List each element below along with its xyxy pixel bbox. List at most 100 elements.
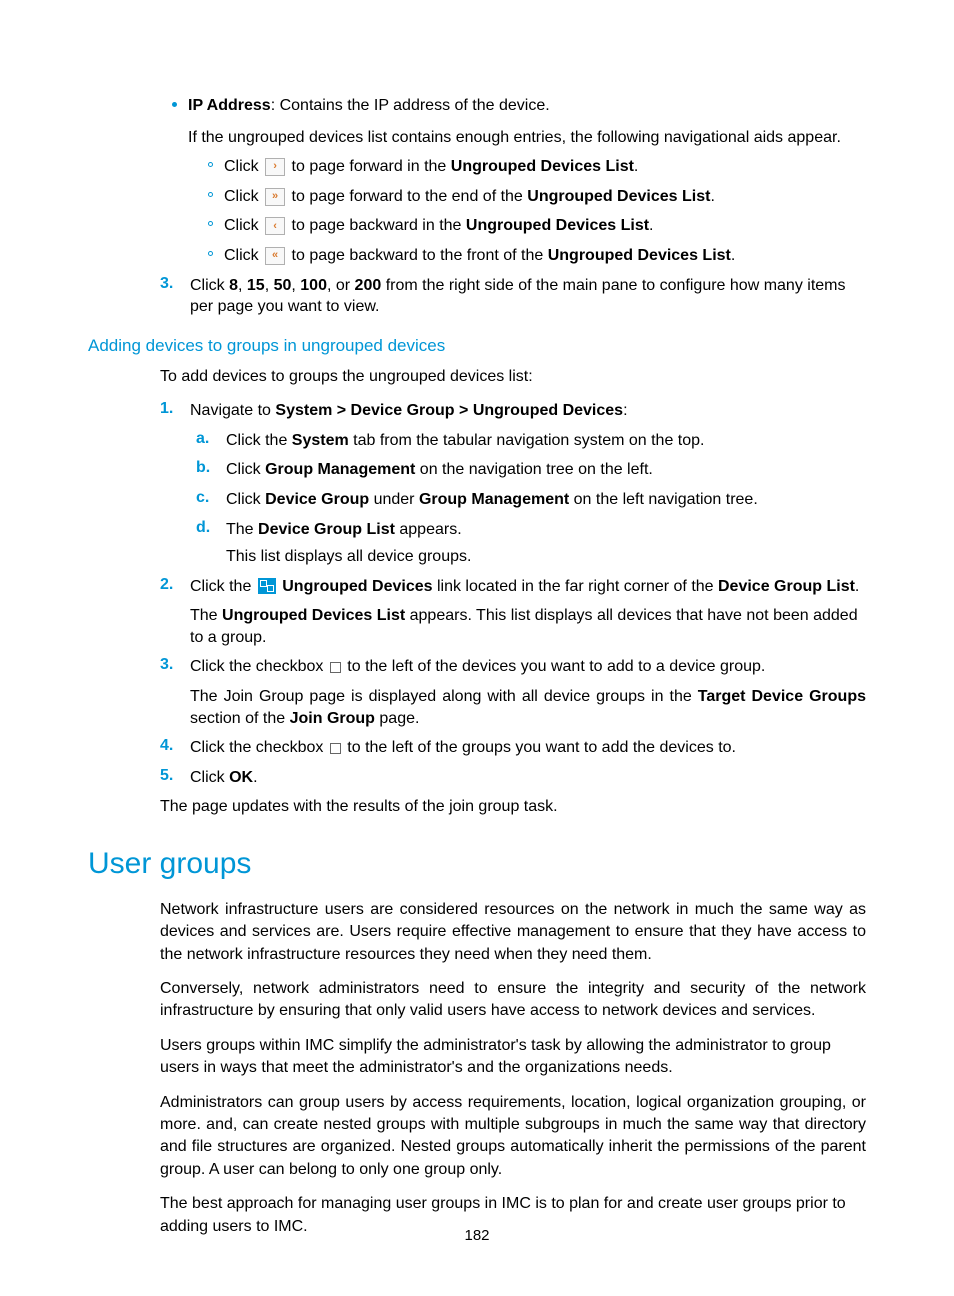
link-name: Ungrouped Devices (282, 578, 432, 595)
continuation-text: The Ungrouped Devices List appears. This… (190, 605, 866, 648)
substep-content: Click Group Management on the navigation… (226, 459, 866, 481)
text: The Join Group page is displayed along w… (190, 688, 698, 705)
paragraph: Conversely, network administrators need … (160, 978, 866, 1023)
text: on the left navigation tree. (569, 491, 758, 508)
ui-element: Target Device Groups (698, 688, 866, 705)
text: to page backward in the (287, 217, 466, 234)
substep-item: c. Click Device Group under Group Manage… (196, 489, 866, 511)
text: section of the (190, 710, 290, 727)
text: : Contains the IP address of the device. (271, 97, 550, 114)
text: appears. (395, 521, 462, 538)
step-item: 5. Click OK. (160, 767, 866, 789)
nav-aid-item: Click « to page backward to the front of… (196, 245, 866, 267)
nav-path: System > Device Group > Ungrouped Device… (275, 402, 623, 419)
text: . (731, 247, 735, 264)
substep-item: b. Click Group Management on the navigat… (196, 459, 866, 481)
page-number: 182 (0, 1227, 954, 1244)
checkbox-icon (330, 662, 341, 673)
text: , or (327, 277, 355, 294)
list-item-content: IP Address: Contains the IP address of t… (188, 95, 866, 148)
paragraph: Network infrastructure users are conside… (160, 899, 866, 966)
section-heading: User groups (88, 847, 866, 881)
nav-aid-content: Click « to page backward to the front of… (224, 245, 866, 267)
list-name: Ungrouped Devices List (451, 158, 634, 175)
text: : (623, 402, 627, 419)
value: 8 (229, 277, 238, 294)
text: . (855, 578, 859, 595)
ui-element: Join Group (290, 710, 375, 727)
text: Click the (226, 432, 292, 449)
text: This list displays all device groups. (226, 546, 866, 568)
text: Click (224, 158, 263, 175)
checkbox-icon (330, 743, 341, 754)
step-content: Click 8, 15, 50, 100, or 200 from the ri… (190, 275, 866, 318)
text: Click (224, 217, 263, 234)
text: Click (224, 247, 263, 264)
substep-label: a. (196, 430, 226, 452)
page-nav-icon: « (265, 247, 285, 265)
substep-content: Click Device Group under Group Managemen… (226, 489, 866, 511)
substep-label: b. (196, 459, 226, 481)
nav-aid-content: Click ‹ to page backward in the Ungroupe… (224, 215, 866, 237)
step-number: 3. (160, 275, 190, 318)
step-item: 3. Click the checkbox to the left of the… (160, 656, 866, 729)
step-content: Navigate to System > Device Group > Ungr… (190, 400, 866, 422)
step-content: Click the Ungrouped Devices link located… (190, 576, 866, 649)
text: Click (226, 491, 265, 508)
text: . (634, 158, 638, 175)
text: to page backward to the front of the (287, 247, 548, 264)
substep-label: c. (196, 489, 226, 511)
text: Click (226, 461, 265, 478)
substep-item: d. The Device Group List appears. This l… (196, 519, 866, 568)
nav-aid-content: Click › to page forward in the Ungrouped… (224, 156, 866, 178)
text: , (291, 277, 300, 294)
text: link located in the far right corner of … (433, 578, 718, 595)
step-number: 4. (160, 737, 190, 759)
nav-aid-item: Click » to page forward to the end of th… (196, 186, 866, 208)
circle-bullet-icon (196, 186, 224, 208)
text: , (265, 277, 274, 294)
text: Click the checkbox (190, 658, 328, 675)
ungrouped-devices-icon (258, 578, 276, 594)
step-number: 1. (160, 400, 190, 422)
text: to page forward to the end of the (287, 188, 527, 205)
text: Navigate to (190, 402, 275, 419)
step-number: 5. (160, 767, 190, 789)
intro-text: To add devices to groups the ungrouped d… (160, 366, 866, 388)
text: to page forward in the (287, 158, 451, 175)
text: . (253, 769, 257, 786)
step-item: 2. Click the Ungrouped Devices link loca… (160, 576, 866, 649)
text: on the navigation tree on the left. (415, 461, 653, 478)
text: . (710, 188, 714, 205)
value: 50 (274, 277, 292, 294)
subsection-heading: Adding devices to groups in ungrouped de… (88, 336, 866, 356)
nav-aid-content: Click » to page forward to the end of th… (224, 186, 866, 208)
ui-element: Group Management (419, 491, 569, 508)
substep-item: a. Click the System tab from the tabular… (196, 430, 866, 452)
step-item: 4. Click the checkbox to the left of the… (160, 737, 866, 759)
step-content: Click the checkbox to the left of the de… (190, 656, 866, 729)
nav-aid-item: Click ‹ to page backward in the Ungroupe… (196, 215, 866, 237)
ui-element: Device Group List (718, 578, 855, 595)
nav-aid-item: Click › to page forward in the Ungrouped… (196, 156, 866, 178)
text: . (649, 217, 653, 234)
page-nav-icon: » (265, 188, 285, 206)
paragraph: Administrators can group users by access… (160, 1092, 866, 1182)
step-content: Click OK. (190, 767, 866, 789)
text: to the left of the groups you want to ad… (343, 739, 736, 756)
continuation-text: The Join Group page is displayed along w… (190, 686, 866, 729)
text: Click (224, 188, 263, 205)
text: The (226, 521, 258, 538)
text: page. (375, 710, 419, 727)
step-number: 3. (160, 656, 190, 729)
text: under (369, 491, 419, 508)
page-nav-icon: › (265, 158, 285, 176)
text: tab from the tabular navigation system o… (349, 432, 705, 449)
label-ip-address: IP Address (188, 97, 271, 114)
text: Click the (190, 578, 256, 595)
text: Click the checkbox (190, 739, 328, 756)
list-item-ip-address: IP Address: Contains the IP address of t… (160, 95, 866, 148)
substep-content: The Device Group List appears. This list… (226, 519, 866, 568)
page-nav-icon: ‹ (265, 217, 285, 235)
text: to the left of the devices you want to a… (343, 658, 766, 675)
